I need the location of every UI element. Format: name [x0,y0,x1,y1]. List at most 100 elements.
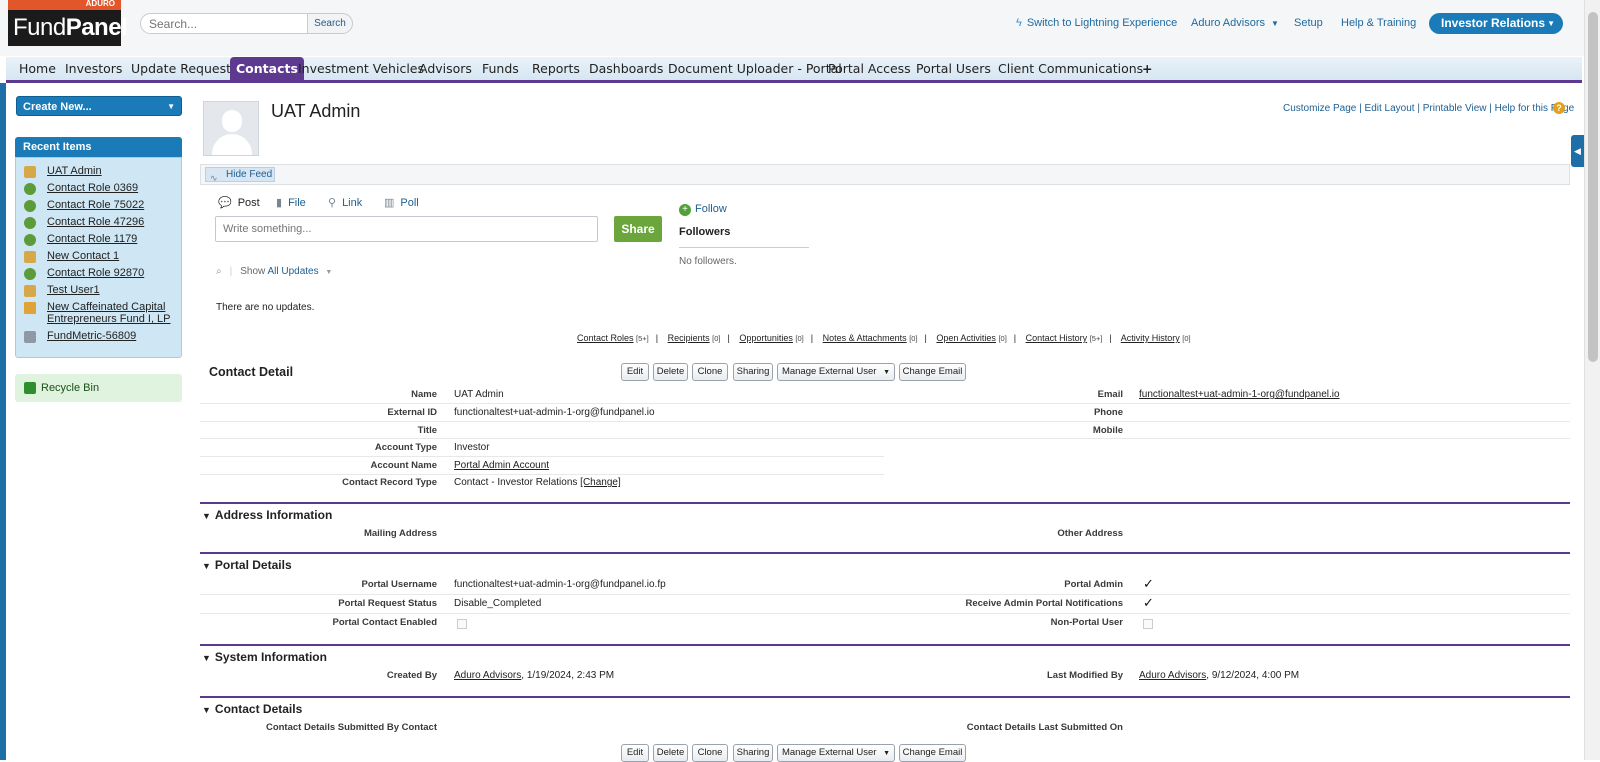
name-value: UAT Admin [454,389,504,400]
system-section-header[interactable]: ▼ System Information [200,644,1570,664]
search-button[interactable]: Search [307,13,353,34]
setup-link[interactable]: Setup [1294,17,1323,29]
chevron-down-icon: ▼ [1547,19,1555,28]
manage-external-user-button[interactable]: Manage External User ▼ [777,744,895,762]
edit-layout-link[interactable]: Edit Layout [1365,103,1415,114]
share-button[interactable]: Share [614,216,662,242]
related-link-label: Opportunities [739,333,793,343]
clone-button[interactable]: Clone [692,363,728,381]
row-divider [200,474,884,475]
recycle-bin-link[interactable]: Recycle Bin [15,374,182,402]
receive-notifications-label: Receive Admin Portal Notifications [965,598,1124,609]
change-email-button[interactable]: Change Email [899,363,966,381]
created-by-user-link[interactable]: Aduro Advisors [454,670,521,681]
metric-icon [24,331,36,343]
related-link-recipients[interactable]: Recipients [668,333,710,343]
lightning-link[interactable]: ϟ Switch to Lightning Experience [1016,17,1177,29]
collapse-sidebar-icon[interactable]: ◀ [1571,135,1584,167]
email-link[interactable]: functionaltest+uat-admin-1-org@fundpanel… [1139,389,1340,400]
related-link-contact-roles[interactable]: Contact Roles [577,333,634,343]
feed-post-label: Post [237,197,260,209]
tab-advisors[interactable]: Advisors [419,57,472,80]
email-value[interactable]: functionaltest+uat-admin-1-org@fundpanel… [1139,389,1340,400]
address-section-header[interactable]: ▼ Address Information [200,502,1570,522]
related-link-contact-history[interactable]: Contact History [1026,333,1088,343]
account-type-value: Investor [454,442,490,453]
change-record-type-link[interactable]: [Change] [580,477,621,488]
edit-button[interactable]: Edit [621,363,649,381]
recent-item-label: Test User1 [47,284,100,296]
recent-item-label: Contact Role 75022 [47,199,145,211]
printable-view-link[interactable]: Printable View [1423,103,1487,114]
tab-investment-vehicles[interactable]: Investment Vehicles [298,57,424,80]
customize-page-link[interactable]: Customize Page [1283,103,1356,114]
related-link-count: [0] [998,334,1007,343]
related-link-open-activities[interactable]: Open Activities [936,333,996,343]
submitted-by-contact-label: Contact Details Submitted By Contact [265,722,437,733]
tab-reports[interactable]: Reports [532,57,580,80]
feed-file-tab[interactable]: ▮ File [276,196,306,209]
related-link-count: [0] [1182,334,1191,343]
row-divider [200,438,1570,439]
account-name-value[interactable]: Portal Admin Account [454,460,549,471]
related-link-activity-history[interactable]: Activity History [1121,333,1180,343]
app-switcher-button[interactable]: Investor Relations ▼ [1429,13,1563,34]
change-email-button[interactable]: Change Email [899,744,966,762]
account-type-label: Account Type [374,442,437,453]
row-divider [200,403,1570,404]
portal-admin-checkmark: ✓ [1143,576,1154,591]
manage-external-user-button[interactable]: Manage External User ▼ [777,363,895,381]
delete-button[interactable]: Delete [653,363,688,381]
related-link-label: Open Activities [936,333,996,343]
tab-update-requests[interactable]: Update Requests [131,57,238,80]
fundpanel-logo[interactable]: ADURO FundPanel [8,0,128,46]
related-link-opportunities[interactable]: Opportunities [739,333,793,343]
tab-document-uploader[interactable]: Document Uploader - Portal [668,57,842,80]
create-new-button[interactable]: Create New... ▼ [16,96,182,116]
edit-button[interactable]: Edit [621,744,649,762]
tab-home[interactable]: Home [19,57,56,80]
tab-contacts[interactable]: Contacts [230,57,304,80]
feed-filter-select[interactable]: All Updates ▼ [267,266,332,277]
search-icon[interactable]: ⌕ [216,266,222,277]
feed-post-input[interactable] [215,216,598,242]
contact-details-section-header[interactable]: ▼ Contact Details [200,696,1570,716]
help-training-link[interactable]: Help & Training [1341,17,1416,29]
tab-portal-access[interactable]: Portal Access [828,57,911,80]
portal-contact-enabled-checkbox [457,619,467,629]
scrollbar-thumb[interactable] [1588,12,1598,362]
tab-client-communications[interactable]: Client Communications [998,57,1143,80]
hide-feed-label: Hide Feed [226,169,273,180]
user-menu[interactable]: Aduro Advisors ▼ [1191,17,1279,29]
sharing-button[interactable]: Sharing [733,744,773,762]
search-input[interactable] [140,13,308,34]
tab-funds[interactable]: Funds [482,57,519,80]
clone-button[interactable]: Clone [692,744,728,762]
last-modified-user-link[interactable]: Aduro Advisors [1139,670,1206,681]
recycle-bin-label: Recycle Bin [41,382,100,394]
tab-portal-users[interactable]: Portal Users [916,57,991,80]
other-address-label: Other Address [1057,528,1123,539]
avatar-body [212,134,252,155]
tab-dashboards[interactable]: Dashboards [589,57,663,80]
feed-post-tab[interactable]: 💬 Post [218,196,260,209]
account-name-link[interactable]: Portal Admin Account [454,460,549,471]
manage-external-user-label: Manage External User [781,747,877,758]
add-tab-button[interactable]: + [1142,57,1152,80]
tab-investors[interactable]: Investors [65,57,122,80]
help-icon[interactable]: ? [1553,102,1565,114]
portal-section-header[interactable]: ▼ Portal Details [200,552,1570,572]
follow-button[interactable]: + Follow [679,203,727,216]
related-link-notes-attachments[interactable]: Notes & Attachments [823,333,907,343]
portal-section-title: Portal Details [214,558,292,572]
chevron-down-icon: ▼ [1270,19,1279,28]
sharing-button[interactable]: Sharing [733,363,773,381]
hide-feed-button[interactable]: ∿ Hide Feed [205,167,275,183]
avatar[interactable] [203,101,259,156]
lightning-icon: ϟ [1016,17,1022,29]
gear-icon [24,234,36,246]
feed-link-tab[interactable]: ⚲ Link [328,196,362,209]
row-divider [200,421,1570,422]
delete-button[interactable]: Delete [653,744,688,762]
feed-poll-tab[interactable]: ▥ Poll [384,196,419,209]
